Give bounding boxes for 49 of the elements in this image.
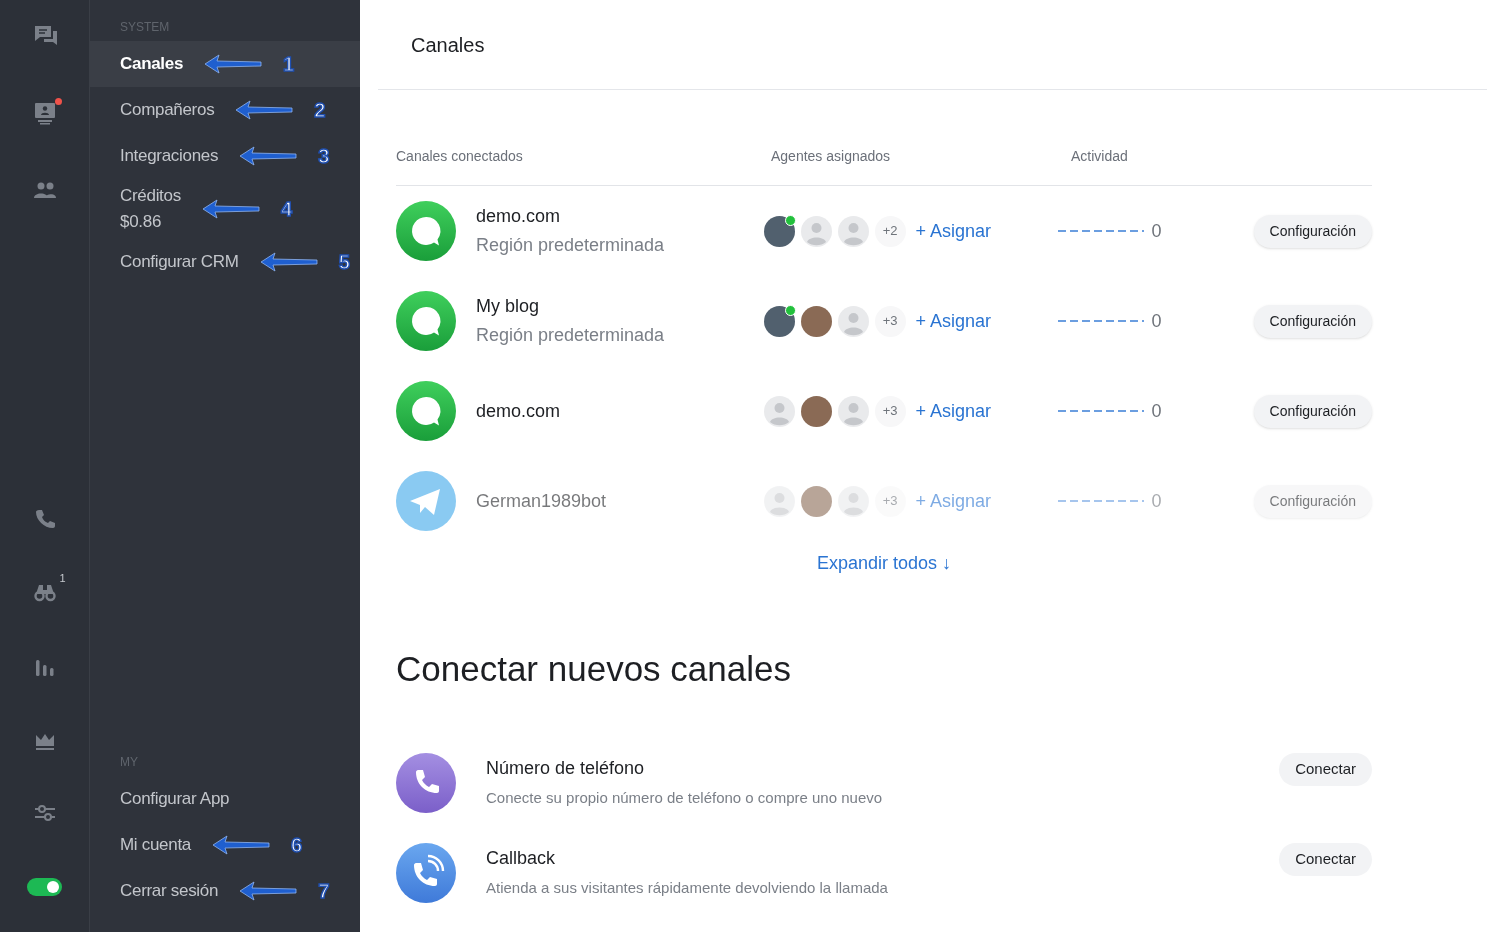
annotation-number: 6: [291, 833, 303, 858]
activity-count: 0: [1151, 399, 1162, 423]
annotation-number: 4: [280, 197, 293, 222]
channel-region: Región predeterminada: [476, 324, 665, 347]
more-count: +3: [874, 395, 906, 427]
settings-button[interactable]: Configuración: [1253, 214, 1372, 248]
more-count: +3: [874, 305, 906, 337]
sidebar-item[interactable]: Créditos $0.86: [120, 183, 181, 235]
annotation-number: 1: [283, 52, 295, 77]
activity-count: 0: [1151, 219, 1162, 243]
activity-count: 0: [1151, 309, 1162, 333]
channel-name: demo.com: [476, 399, 561, 423]
section-title: Conectar nuevos canales: [396, 648, 792, 690]
expand-all-link[interactable]: Expandir todos ↓: [816, 550, 952, 577]
settings-button[interactable]: Configuración: [1253, 394, 1372, 428]
connect-button[interactable]: Conectar: [1279, 753, 1372, 786]
channel-type-title: Número de teléfono: [486, 757, 646, 781]
column-header: Actividad: [1071, 148, 1128, 164]
assign-link[interactable]: + Asignar: [915, 307, 992, 335]
sidebar-item[interactable]: Canales: [120, 51, 184, 77]
column-header: Agentes asignados: [771, 148, 891, 164]
channel-type-description: Conecte su propio número de teléfono o compre uno nuevo: [486, 788, 884, 809]
channel-type-title: Callback: [486, 847, 557, 871]
page-title: Canales: [411, 32, 485, 58]
annotation-number: 5: [338, 250, 350, 275]
more-count: +3: [874, 485, 906, 517]
sidebar-item[interactable]: Configurar App: [120, 786, 230, 812]
sidebar-item[interactable]: Integraciones: [120, 143, 219, 169]
sidebar-item[interactable]: Mi cuenta: [120, 832, 191, 858]
column-header: Canales conectados: [396, 148, 523, 164]
assign-link[interactable]: + Asignar: [915, 217, 992, 245]
annotation-number: 2: [314, 98, 326, 123]
settings-button[interactable]: Configuración: [1253, 484, 1372, 518]
channel-type-description: Atienda a sus visitantes rápidamente devolviendo la llamada: [486, 878, 889, 899]
channel-name: German1989bot: [476, 489, 607, 513]
assign-link[interactable]: + Asignar: [915, 397, 992, 425]
settings-button[interactable]: Configuración: [1253, 304, 1372, 338]
sidebar-item[interactable]: Compañeros: [120, 97, 215, 123]
channel-name: My blog: [476, 295, 541, 318]
annotation-number: 7: [318, 879, 330, 904]
count-label: 1: [59, 571, 66, 586]
connect-button[interactable]: Conectar: [1279, 843, 1372, 876]
more-count: +2: [874, 215, 906, 247]
sidebar-item[interactable]: Configurar CRM: [120, 249, 239, 275]
activity-count: 0: [1151, 489, 1162, 513]
sidebar-item[interactable]: Cerrar sesión: [120, 878, 219, 904]
channel-region: Región predeterminada: [476, 234, 665, 257]
annotation-number: 3: [318, 144, 330, 169]
channel-name: demo.com: [476, 205, 562, 228]
